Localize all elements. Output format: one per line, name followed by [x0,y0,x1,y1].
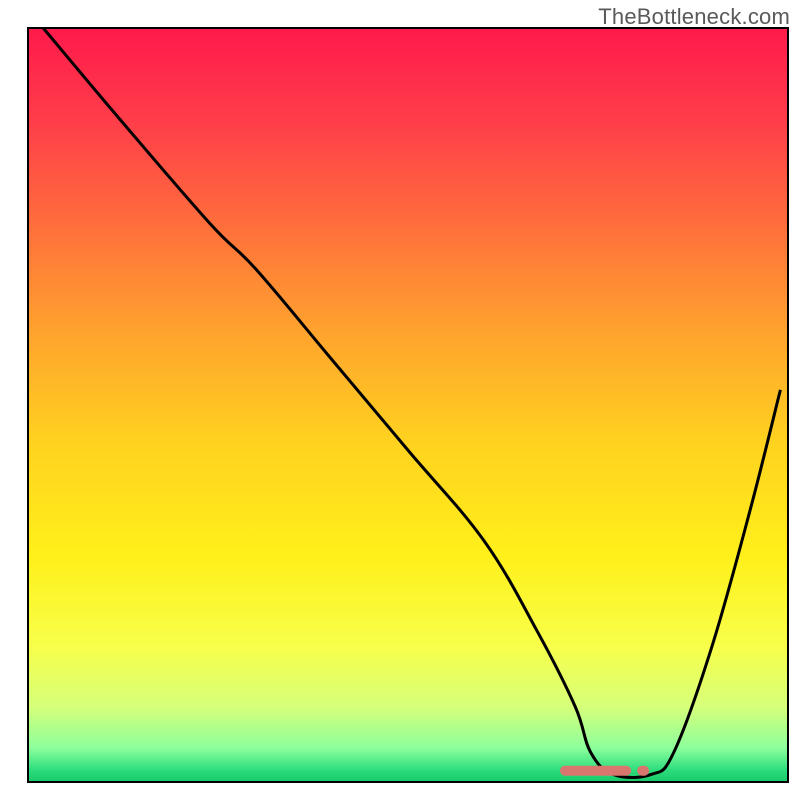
plot-svg [0,0,800,800]
watermark-text: TheBottleneck.com [598,4,790,30]
gradient-background [28,28,788,782]
chart-container: TheBottleneck.com [0,0,800,800]
